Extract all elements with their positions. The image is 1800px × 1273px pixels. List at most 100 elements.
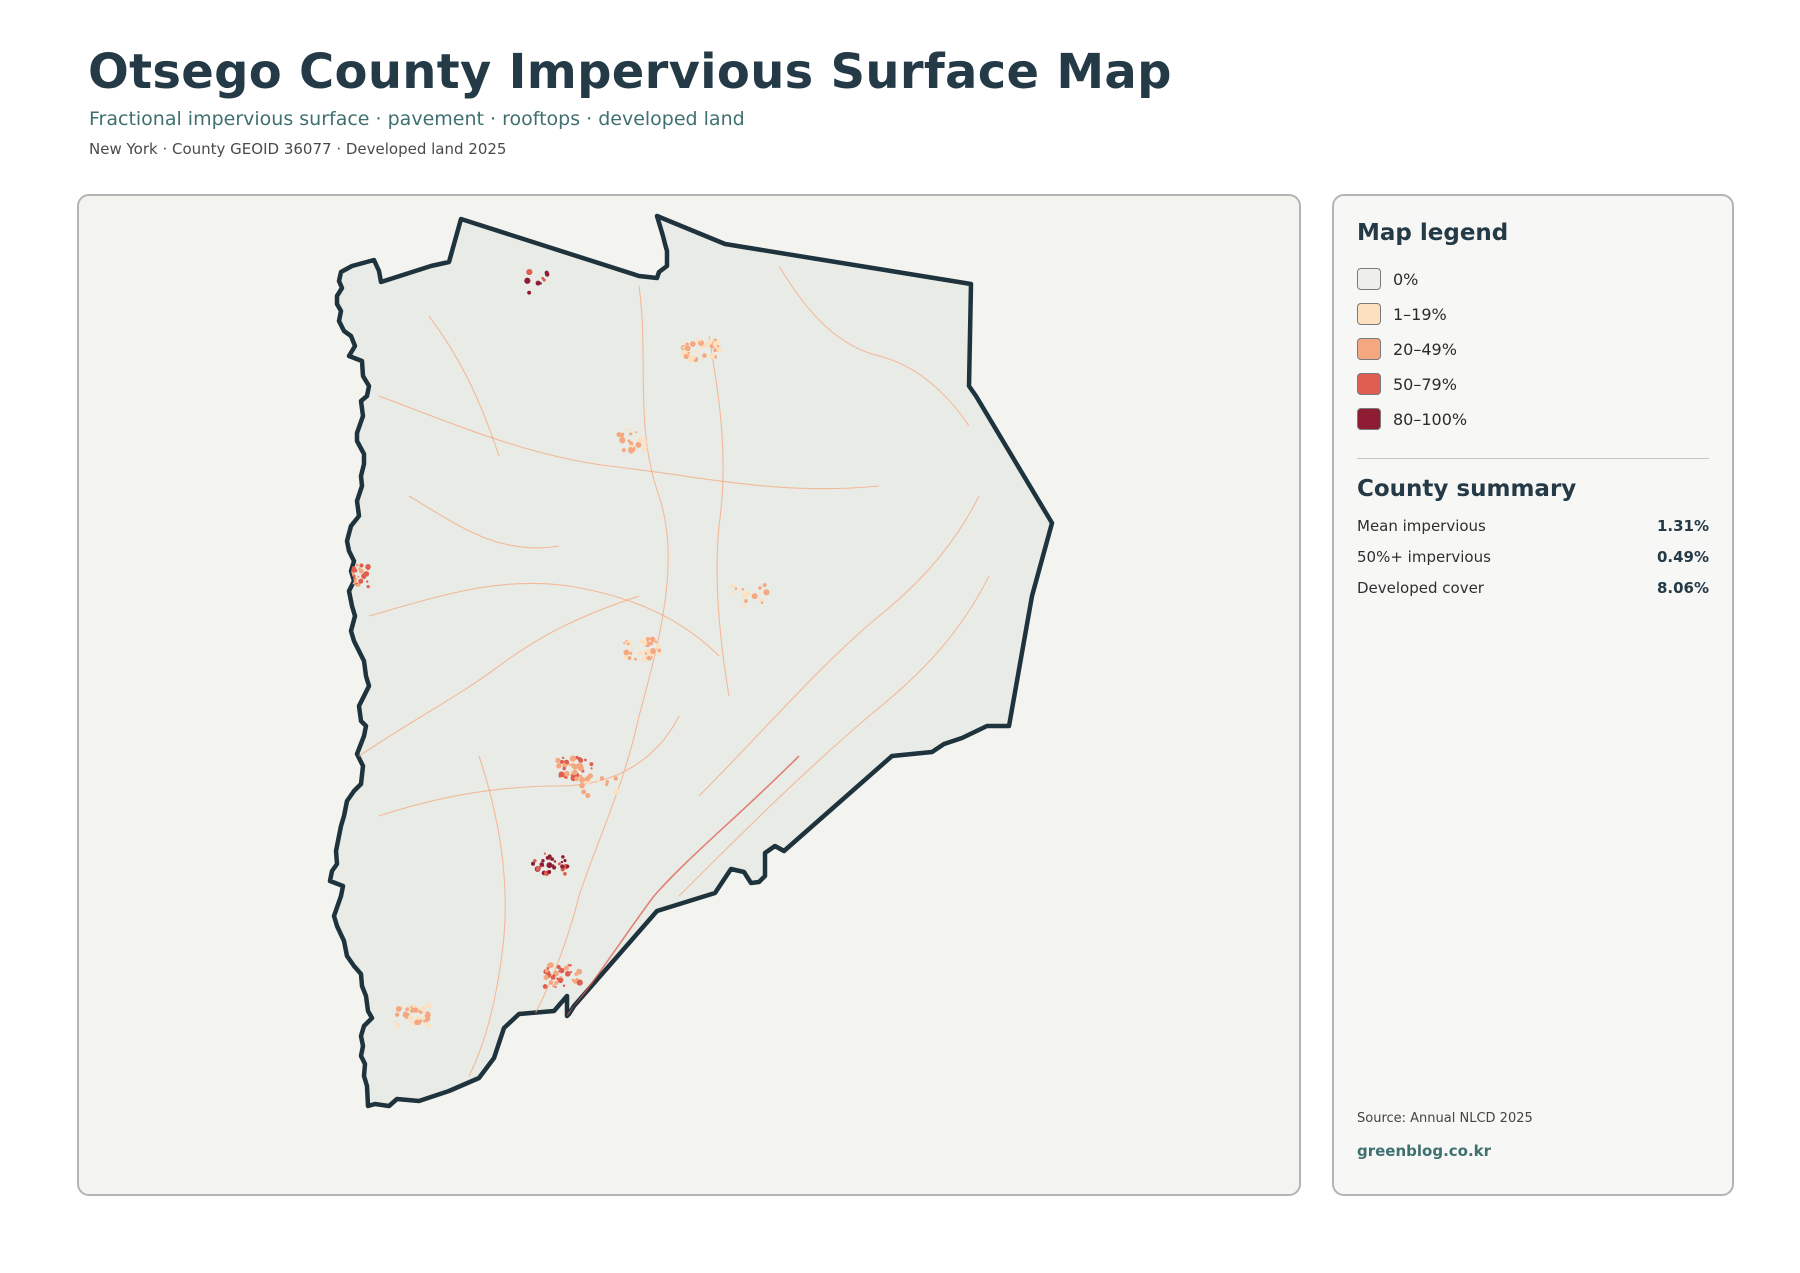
- summary-label: 50%+ impervious: [1357, 548, 1491, 566]
- legend-swatch: [1357, 408, 1381, 430]
- impervious-patch: [624, 427, 629, 431]
- legend-panel: Map legend 0% 1–19% 20–49% 50–79% 80–100…: [1332, 194, 1734, 1196]
- legend-swatch: [1357, 373, 1381, 395]
- impervious-patch: [308, 334, 313, 339]
- impervious-patch: [291, 328, 295, 332]
- impervious-patch: [629, 432, 633, 436]
- impervious-patch: [713, 348, 717, 353]
- impervious-patch: [687, 351, 690, 355]
- impervious-patch: [556, 763, 561, 768]
- impervious-patch: [423, 1021, 428, 1027]
- impervious-patch: [641, 445, 648, 452]
- summary-row: Mean impervious 1.31%: [1357, 517, 1709, 539]
- impervious-patch: [340, 563, 346, 569]
- impervious-patch: [565, 864, 570, 869]
- impervious-patch: [544, 272, 550, 277]
- impervious-patch: [425, 1005, 428, 1008]
- source-note: Source: Annual NLCD 2025: [1357, 1111, 1533, 1126]
- impervious-patch: [654, 640, 657, 644]
- impervious-patch: [535, 866, 541, 872]
- impervious-patch: [623, 649, 630, 656]
- impervious-patch: [657, 648, 662, 653]
- impervious-patch: [563, 859, 567, 863]
- summary-value: 8.06%: [1656, 579, 1709, 597]
- impervious-patch: [695, 350, 700, 354]
- impervious-patch: [293, 319, 296, 322]
- impervious-patch: [393, 1019, 397, 1023]
- impervious-patch: [314, 333, 317, 336]
- impervious-patch: [303, 319, 309, 325]
- impervious-patch: [555, 757, 561, 763]
- impervious-patch: [698, 338, 702, 342]
- impervious-patch: [340, 574, 344, 577]
- summary-row: Developed cover 8.06%: [1357, 579, 1709, 601]
- impervious-patch: [585, 792, 591, 799]
- impervious-patch: [762, 583, 767, 587]
- page-title: Otsego County Impervious Surface Map: [88, 44, 1172, 100]
- impervious-patch: [689, 341, 696, 347]
- impervious-patch: [564, 970, 571, 977]
- impervious-patch: [285, 317, 288, 320]
- impervious-patch: [562, 766, 566, 771]
- impervious-patch: [682, 346, 686, 349]
- impervious-patch: [605, 783, 609, 787]
- impervious-patch: [543, 852, 547, 855]
- impervious-patch: [561, 855, 565, 859]
- impervious-patch: [363, 571, 370, 577]
- impervious-patch: [547, 962, 553, 968]
- impervious-patch: [643, 640, 647, 644]
- impervious-patch: [563, 965, 569, 971]
- impervious-patch: [649, 648, 656, 654]
- impervious-patch: [527, 290, 532, 295]
- impervious-patch: [279, 329, 285, 335]
- impervious-patch: [581, 789, 587, 795]
- legend-label: 1–19%: [1393, 304, 1447, 324]
- impervious-patch: [623, 642, 626, 645]
- impervious-patch: [744, 599, 748, 603]
- impervious-patch: [357, 575, 360, 579]
- impervious-patch: [717, 349, 720, 352]
- impervious-patch: [415, 1015, 421, 1020]
- impervious-patch: [298, 319, 304, 325]
- impervious-patch: [760, 601, 764, 604]
- impervious-patch: [335, 569, 341, 574]
- map-canvas[interactable]: [79, 196, 1301, 1196]
- impervious-patch: [365, 580, 369, 583]
- impervious-patch: [648, 639, 651, 642]
- impervious-patch: [552, 974, 556, 977]
- summary-title: County summary: [1357, 476, 1577, 502]
- impervious-patch: [421, 1016, 426, 1021]
- impervious-patch: [547, 854, 552, 859]
- impervious-patch: [358, 584, 361, 587]
- north-arrow: N: [1295, 418, 1299, 437]
- impervious-patch: [309, 334, 313, 338]
- impervious-patch: [628, 446, 633, 452]
- impervious-patch: [685, 342, 689, 346]
- impervious-patch: [292, 325, 294, 327]
- impervious-patch: [282, 317, 284, 319]
- impervious-patch: [702, 353, 707, 358]
- impervious-patch: [616, 432, 622, 438]
- impervious-patch: [366, 585, 370, 589]
- page-meta: New York · County GEOID 36077 · Develope…: [89, 140, 507, 158]
- impervious-patch: [644, 441, 648, 444]
- impervious-patch: [541, 276, 545, 280]
- summary-label: Developed cover: [1357, 579, 1484, 597]
- impervious-patch: [341, 576, 346, 581]
- legend-label: 80–100%: [1393, 409, 1468, 429]
- impervious-patch: [635, 431, 638, 434]
- impervious-patch: [565, 777, 568, 780]
- impervious-patch: [292, 319, 295, 322]
- impervious-patch: [366, 567, 370, 571]
- impervious-patch: [752, 593, 758, 599]
- impervious-patch: [334, 580, 341, 587]
- map-panel[interactable]: N: [77, 194, 1301, 1196]
- impervious-patch: [560, 860, 564, 864]
- impervious-patch: [685, 345, 691, 352]
- impervious-patch: [641, 656, 647, 663]
- impervious-patch: [563, 872, 567, 876]
- north-arrow-icon: [1295, 418, 1301, 454]
- impervious-patch: [627, 656, 632, 660]
- impervious-patch: [568, 763, 571, 766]
- site-link[interactable]: greenblog.co.kr: [1357, 1142, 1491, 1160]
